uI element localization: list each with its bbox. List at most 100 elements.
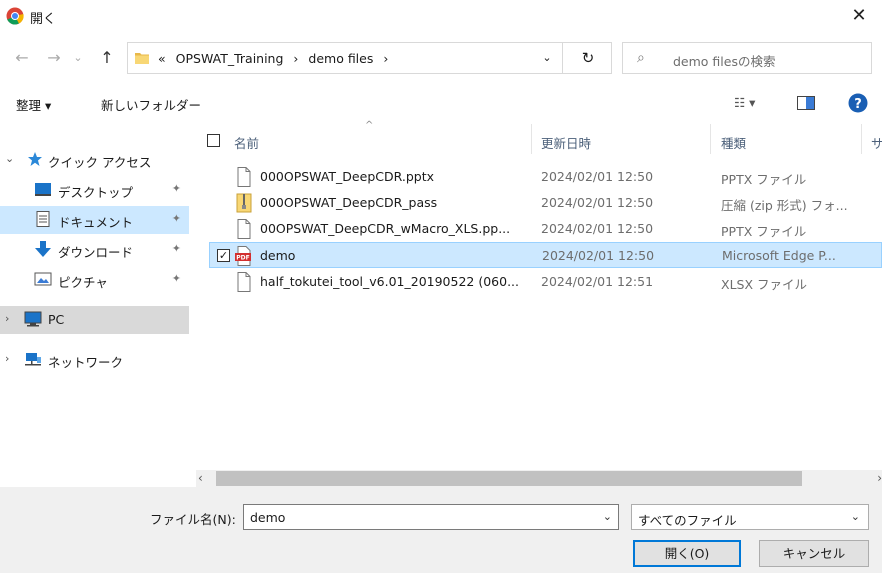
file-name: demo bbox=[260, 248, 296, 263]
address-bar[interactable]: « OPSWAT_Training › demo files › ⌄ ↻ bbox=[127, 42, 612, 74]
file-name: 000OPSWAT_DeepCDR.pptx bbox=[260, 169, 434, 184]
desktop-icon bbox=[35, 183, 51, 196]
filetype-select[interactable]: すべてのファイル ⌄ bbox=[631, 504, 869, 530]
file-type: Microsoft Edge P... bbox=[722, 248, 836, 263]
search-placeholder: demo filesの検索 bbox=[673, 54, 776, 69]
filename-input[interactable]: demo ⌄ bbox=[243, 504, 619, 530]
chevron-right-icon[interactable]: › bbox=[5, 352, 9, 365]
star-icon bbox=[28, 152, 42, 166]
table-row[interactable]: ✓ PDF demo 2024/02/01 12:50 Microsoft Ed… bbox=[209, 242, 882, 268]
sidebar-item-pc[interactable]: › PC bbox=[0, 306, 189, 334]
file-date: 2024/02/01 12:50 bbox=[541, 221, 654, 236]
breadcrumb-item-demo-files[interactable]: demo files bbox=[308, 51, 373, 66]
pin-icon[interactable]: ✦ bbox=[172, 182, 181, 195]
file-date: 2024/02/01 12:50 bbox=[542, 248, 655, 263]
bottom-panel: ファイル名(N): demo ⌄ すべてのファイル ⌄ 開く(O) キャンセル bbox=[0, 487, 882, 573]
chevron-down-icon[interactable]: ⌄ bbox=[5, 152, 14, 165]
pdf-file-icon: PDF bbox=[235, 246, 251, 266]
scrollbar-thumb[interactable] bbox=[216, 471, 802, 486]
help-glyph: ? bbox=[854, 97, 862, 112]
chevron-down-icon: ⌄ bbox=[850, 510, 860, 523]
divider bbox=[562, 43, 563, 73]
pin-icon[interactable]: ✦ bbox=[172, 242, 181, 255]
filename-value: demo bbox=[250, 510, 286, 525]
sidebar-item-label: ピクチャ bbox=[58, 275, 108, 290]
sidebar-item-quick-access[interactable]: ⌄ クイック アクセス bbox=[0, 146, 189, 174]
download-arrow-icon bbox=[35, 241, 51, 257]
preview-pane-icon[interactable] bbox=[797, 96, 815, 110]
recent-locations-button[interactable]: ⌄ bbox=[70, 46, 86, 70]
column-header-size[interactable]: サ bbox=[862, 124, 882, 154]
column-header-type[interactable]: 種類 bbox=[711, 124, 861, 154]
table-row[interactable]: 000OPSWAT_DeepCDR_pass 2024/02/01 12:50 … bbox=[210, 190, 882, 216]
new-folder-button[interactable]: 新しいフォルダー bbox=[101, 95, 201, 114]
file-date: 2024/02/01 12:51 bbox=[541, 274, 654, 289]
sidebar-item-network[interactable]: › ネットワーク bbox=[0, 346, 189, 374]
sidebar-item-label: クイック アクセス bbox=[48, 155, 152, 170]
scroll-right-button[interactable]: › bbox=[877, 471, 882, 485]
pin-icon[interactable]: ✦ bbox=[172, 272, 181, 285]
sidebar-item-label: PC bbox=[48, 312, 65, 327]
view-options-button[interactable]: ☷ ▾ bbox=[734, 95, 755, 110]
navigation-bar: ← → ⌄ ↑ « OPSWAT_Training › demo files ›… bbox=[0, 38, 882, 78]
file-icon bbox=[237, 219, 251, 239]
breadcrumb-overflow[interactable]: « bbox=[158, 51, 166, 66]
breadcrumb: « OPSWAT_Training › demo files › bbox=[158, 51, 394, 66]
file-icon bbox=[237, 272, 251, 292]
file-type: 圧縮 (zip 形式) フォ... bbox=[721, 198, 848, 213]
open-button[interactable]: 開く(O) bbox=[633, 540, 741, 567]
svg-text:PDF: PDF bbox=[236, 255, 249, 262]
zip-folder-icon bbox=[236, 193, 252, 213]
sidebar-item-documents[interactable]: ドキュメント ✦ bbox=[0, 206, 189, 234]
breadcrumb-item-opswat-training[interactable]: OPSWAT_Training bbox=[176, 51, 284, 66]
command-bar: 整理 ▾ 新しいフォルダー ☷ ▾ ? bbox=[0, 84, 882, 122]
up-button[interactable]: ↑ bbox=[95, 46, 119, 70]
file-name: 00OPSWAT_DeepCDR_wMacro_XLS.pp... bbox=[260, 221, 511, 236]
search-icon: ⌕ bbox=[637, 50, 645, 66]
window-title: 開く bbox=[30, 12, 57, 27]
file-type: PPTX ファイル bbox=[721, 224, 807, 239]
forward-button[interactable]: → bbox=[42, 46, 66, 70]
row-checkbox[interactable]: ✓ bbox=[217, 249, 230, 262]
breadcrumb-separator[interactable]: › bbox=[293, 51, 298, 66]
select-all-checkbox[interactable] bbox=[207, 134, 220, 147]
column-header-label: 種類 bbox=[721, 136, 747, 151]
folder-icon bbox=[135, 53, 149, 64]
column-header-label: 更新日時 bbox=[541, 136, 592, 151]
column-header-name[interactable]: 名前 ^ bbox=[190, 120, 531, 154]
file-date: 2024/02/01 12:50 bbox=[541, 169, 654, 184]
chevron-down-icon[interactable]: ⌄ bbox=[603, 510, 612, 523]
network-icon bbox=[25, 353, 41, 366]
address-dropdown-button[interactable]: ⌄ bbox=[532, 43, 562, 73]
navigation-pane: ⌄ クイック アクセス デスクトップ ✦ ドキュメント ✦ ダウンロード ✦ ピ… bbox=[0, 124, 189, 486]
filetype-value: すべてのファイル bbox=[638, 513, 737, 528]
pin-icon[interactable]: ✦ bbox=[172, 212, 181, 225]
scroll-left-button[interactable]: ‹ bbox=[198, 471, 203, 485]
column-header-label: 名前 bbox=[234, 136, 260, 151]
breadcrumb-separator[interactable]: › bbox=[383, 51, 388, 66]
chevron-right-icon[interactable]: › bbox=[5, 312, 9, 325]
column-header-date[interactable]: 更新日時 bbox=[532, 124, 710, 154]
document-icon bbox=[36, 211, 50, 227]
organize-button[interactable]: 整理 ▾ bbox=[16, 95, 51, 114]
help-icon[interactable]: ? bbox=[848, 93, 868, 113]
file-name: 000OPSWAT_DeepCDR_pass bbox=[260, 195, 438, 210]
sidebar-item-downloads[interactable]: ダウンロード ✦ bbox=[0, 236, 189, 264]
refresh-button[interactable]: ↻ bbox=[566, 43, 610, 73]
sidebar-item-label: ネットワーク bbox=[48, 355, 124, 370]
close-button[interactable]: ✕ bbox=[836, 0, 882, 32]
table-row[interactable]: 000OPSWAT_DeepCDR.pptx 2024/02/01 12:50 … bbox=[210, 164, 882, 190]
cancel-button[interactable]: キャンセル bbox=[759, 540, 869, 567]
computer-icon bbox=[24, 311, 42, 327]
file-date: 2024/02/01 12:50 bbox=[541, 195, 654, 210]
table-row[interactable]: half_tokutei_tool_v6.01_20190522 (060...… bbox=[210, 269, 882, 295]
file-list: 名前 ^ 更新日時 種類 サ 000OPSWAT_DeepCDR.pptx 20… bbox=[190, 120, 882, 468]
file-name: half_tokutei_tool_v6.01_20190522 (060... bbox=[260, 274, 519, 289]
horizontal-scrollbar[interactable]: ‹ › bbox=[196, 470, 882, 487]
sidebar-item-desktop[interactable]: デスクトップ ✦ bbox=[0, 176, 189, 204]
sidebar-item-pictures[interactable]: ピクチャ ✦ bbox=[0, 266, 189, 294]
back-button[interactable]: ← bbox=[10, 46, 34, 70]
table-row[interactable]: 00OPSWAT_DeepCDR_wMacro_XLS.pp... 2024/0… bbox=[210, 216, 882, 242]
search-input[interactable]: ⌕ demo filesの検索 bbox=[622, 42, 872, 74]
file-type: PPTX ファイル bbox=[721, 172, 807, 187]
